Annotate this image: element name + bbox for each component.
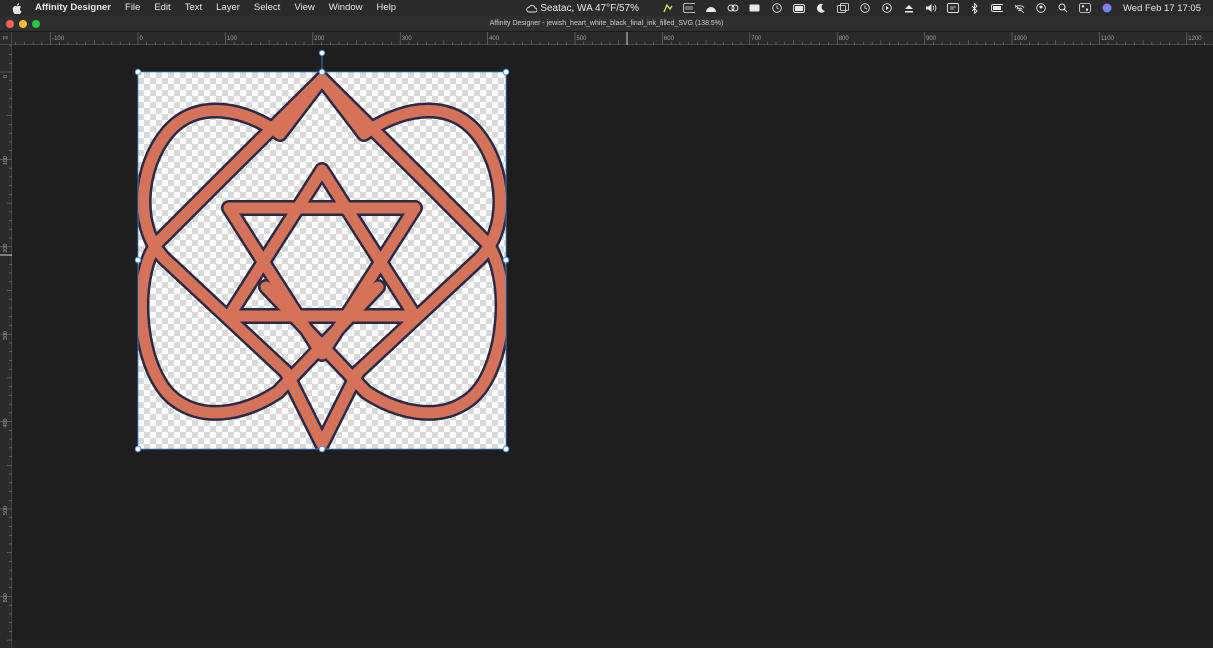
status-area: Seatac, WA 47°F/57% Wed Feb 17 17:05 bbox=[526, 0, 1201, 16]
menu-layer[interactable]: Layer bbox=[216, 0, 240, 16]
control-center-icon[interactable] bbox=[1079, 2, 1091, 14]
menubar-clock[interactable]: Wed Feb 17 17:05 bbox=[1123, 3, 1201, 14]
v-ruler-label: 200 bbox=[3, 244, 9, 253]
creative-cloud-icon[interactable] bbox=[727, 2, 739, 14]
vertical-ruler[interactable]: 0 100 200 300 400 500 600 bbox=[0, 45, 12, 648]
app-menu[interactable]: Affinity Designer bbox=[35, 0, 111, 16]
h-ruler-label: 800 bbox=[839, 36, 850, 42]
time-machine-icon[interactable] bbox=[859, 2, 871, 14]
v-ruler-label: 500 bbox=[3, 506, 9, 515]
h-ruler-label: 700 bbox=[751, 36, 762, 42]
ruler-unit[interactable]: px bbox=[0, 32, 12, 45]
spotlight-icon[interactable] bbox=[1057, 2, 1069, 14]
display-icon[interactable] bbox=[947, 2, 959, 14]
menu-select[interactable]: Select bbox=[254, 0, 280, 16]
wifi-icon[interactable] bbox=[1013, 2, 1025, 14]
eject-icon[interactable] bbox=[903, 2, 915, 14]
play-icon[interactable] bbox=[881, 2, 893, 14]
horizontal-ruler-ticks: -100 0 100 200 300 400 500 600 700 800 900 1000 1100… bbox=[15, 32, 1205, 45]
menu-text[interactable]: Text bbox=[185, 0, 202, 16]
h-ruler-label: 100 bbox=[227, 36, 238, 42]
menu-bar: Affinity Designer File Edit Text Layer S… bbox=[0, 0, 1213, 16]
cloud-sun-icon bbox=[526, 4, 538, 12]
clock-icon[interactable] bbox=[771, 2, 783, 14]
weather-text: Seatac, WA 47°F/57% bbox=[540, 2, 639, 14]
star-of-david-heart-knot-artwork[interactable] bbox=[138, 72, 506, 449]
window-titlebar: Affinity Designer - jewish_heart_white_b… bbox=[0, 16, 1213, 32]
h-ruler-label: 500 bbox=[577, 36, 588, 42]
menu-window[interactable]: Window bbox=[329, 0, 363, 16]
v-ruler-label: 100 bbox=[3, 156, 9, 165]
horizontal-scrollbar[interactable] bbox=[12, 640, 1213, 648]
window-icon[interactable] bbox=[837, 2, 849, 14]
keyboard-icon[interactable] bbox=[683, 2, 695, 14]
left-heart-band bbox=[138, 72, 366, 449]
user-icon[interactable] bbox=[1035, 2, 1047, 14]
v-ruler-label: 400 bbox=[3, 418, 9, 427]
volume-icon[interactable] bbox=[925, 2, 937, 14]
extension-icon[interactable] bbox=[661, 2, 673, 14]
h-ruler-label: 1000 bbox=[1014, 36, 1028, 42]
apple-menu-icon[interactable] bbox=[12, 2, 24, 14]
menu-view[interactable]: View bbox=[294, 0, 314, 16]
artwork-fill-layer bbox=[138, 73, 506, 449]
h-ruler-label: -100 bbox=[52, 36, 65, 42]
battery-icon[interactable] bbox=[991, 2, 1003, 14]
siri-icon[interactable] bbox=[1101, 2, 1113, 14]
window-title: Affinity Designer - jewish_heart_white_b… bbox=[489, 20, 724, 27]
arc-icon[interactable] bbox=[705, 2, 717, 14]
h-ruler-label: 1100 bbox=[1101, 36, 1115, 42]
vertical-ruler-ticks: 0 100 200 300 400 500 600 bbox=[0, 45, 12, 641]
h-ruler-label: 600 bbox=[664, 36, 675, 42]
h-ruler-label: 900 bbox=[926, 36, 937, 42]
battery-status-icon[interactable] bbox=[749, 2, 761, 14]
v-ruler-label: 300 bbox=[3, 331, 9, 340]
right-heart-band bbox=[278, 72, 506, 449]
bluetooth-icon[interactable] bbox=[969, 2, 981, 14]
moon-icon[interactable] bbox=[815, 2, 827, 14]
v-ruler-label: 0 bbox=[3, 75, 9, 78]
h-ruler-label: 200 bbox=[314, 36, 325, 42]
horizontal-ruler[interactable]: -100 0 100 200 300 400 500 600 700 800 900 1000 1100… bbox=[12, 32, 1213, 45]
weather-widget[interactable]: Seatac, WA 47°F/57% bbox=[526, 3, 639, 14]
menu-help[interactable]: Help bbox=[377, 0, 397, 16]
menu-edit[interactable]: Edit bbox=[154, 0, 170, 16]
h-ruler-label: 400 bbox=[489, 36, 500, 42]
h-ruler-label: 300 bbox=[402, 36, 413, 42]
v-ruler-label: 600 bbox=[3, 593, 9, 602]
h-ruler-label: 1200 bbox=[1188, 36, 1202, 42]
memory-icon[interactable] bbox=[793, 2, 805, 14]
h-ruler-label: 0 bbox=[140, 36, 144, 42]
menu-file[interactable]: File bbox=[125, 0, 140, 16]
